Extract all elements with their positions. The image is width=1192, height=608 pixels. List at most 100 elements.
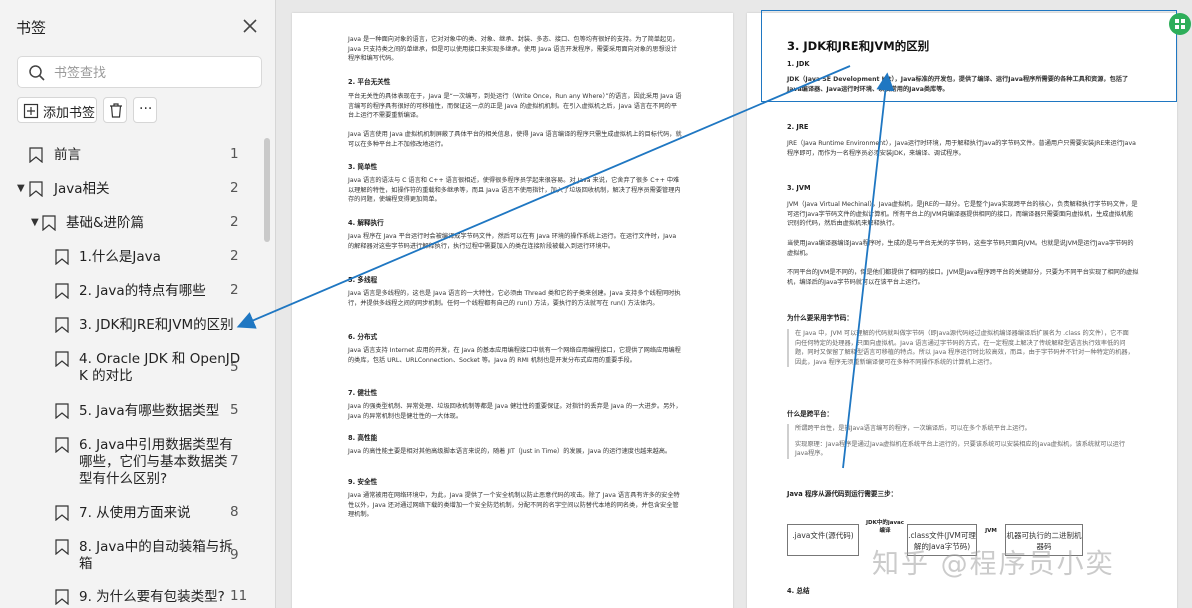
section-paragraph: Java 通常被用在网络环境中，为此，Java 提供了一个安全机制以防止恶意代码… bbox=[348, 492, 680, 519]
sidebar-header: 书签 bbox=[0, 0, 276, 52]
bookmark-item-basics[interactable]: ▼ 基础&进阶篇 2 bbox=[0, 212, 262, 234]
search-icon bbox=[29, 65, 45, 81]
section-heading: 4. 解释执行 bbox=[348, 219, 384, 227]
bookmark-label: 4. Oracle JDK 和 OpenJD bbox=[79, 351, 241, 367]
section-heading: 6. 分布式 bbox=[348, 333, 378, 341]
bookmark-icon bbox=[42, 215, 56, 231]
bookmark-page-number: 2 bbox=[230, 282, 239, 298]
section-paragraph: Java 语言的语法与 C 语言和 C++ 语言很相近，使得很多程序员学起来很容… bbox=[348, 177, 681, 204]
section-heading: 2. 平台无关性 bbox=[348, 78, 391, 86]
bookmark-label: 6. Java中引用数据类型有 bbox=[79, 437, 233, 453]
intro-paragraph: Java 是一种面向对象的语言，它对对象中的类、对象、继承、封装、多态、接口、包… bbox=[348, 36, 679, 63]
quote-block: 在 Java 中，JVM 可以理解的代码就叫做字节码（即Java源代码经过虚拟机… bbox=[787, 329, 1135, 368]
close-icon[interactable] bbox=[238, 14, 262, 38]
bookmark-item-preface[interactable]: 前言 1 bbox=[0, 144, 262, 166]
bookmark-label: 7. 从使用方面来说 bbox=[79, 505, 191, 521]
section-heading: 2. JRE bbox=[787, 123, 809, 131]
sidebar-scrollbar[interactable] bbox=[264, 138, 270, 242]
section-paragraph: 当使用Java编译器编译Java程序时，生成的是与平台无关的字节码，这些字节码只… bbox=[787, 240, 1134, 257]
bookmark-icon bbox=[55, 539, 69, 555]
bookmark-item-java[interactable]: ▼ Java相关 2 bbox=[0, 178, 262, 200]
bookmark-item-jdk-jre-jvm[interactable]: 3. JDK和JRE和JVM的区别 bbox=[0, 314, 262, 336]
delete-bookmark-button[interactable] bbox=[103, 97, 127, 123]
more-icon: ··· bbox=[139, 101, 153, 117]
trash-icon bbox=[110, 103, 122, 118]
flow-note-jvm: JVM bbox=[985, 528, 997, 534]
bookmark-label: 8. Java中的自动装箱与拆 bbox=[79, 539, 233, 555]
bookmark-page-number: 11 bbox=[230, 588, 248, 604]
bookmark-label: 5. Java有哪些数据类型 bbox=[79, 403, 220, 419]
expand-arrow-icon[interactable]: ▼ bbox=[31, 217, 39, 228]
bookmark-item-usage[interactable]: 7. 从使用方面来说 8 bbox=[0, 502, 262, 524]
more-options-button[interactable]: ··· bbox=[133, 97, 157, 123]
section-heading: 3. 简单性 bbox=[348, 163, 378, 171]
bookmark-icon bbox=[55, 317, 69, 333]
bookmark-label-line2: 哪些，它们与基本数据类 bbox=[79, 454, 228, 470]
bookmark-page-number: 5 bbox=[230, 359, 239, 375]
bookmark-item-oracle-vs-openjdk[interactable]: 4. Oracle JDK 和 OpenJD K 的对比 5 bbox=[0, 348, 262, 388]
pdf-reader-window: 书签 添加书签 ··· 前言 bbox=[0, 0, 1192, 608]
section-heading: Java 程序从源代码到运行需要三步： bbox=[787, 490, 898, 498]
section-paragraph: Java 语言使用 Java 虚拟机机制屏蔽了具体平台的相关信息，使得 Java… bbox=[348, 131, 682, 148]
section-heading: 9. 安全性 bbox=[348, 478, 378, 486]
section-paragraph: Java 程序在 Java 平台运行时会被编译成字节码文件，然后可以在有 Jav… bbox=[348, 233, 677, 250]
bookmark-icon bbox=[55, 283, 69, 299]
add-bookmark-label: 添加书签 bbox=[43, 106, 96, 121]
section-heading: 为什么要采用字节码： bbox=[787, 314, 853, 322]
add-bookmark-icon bbox=[23, 103, 39, 119]
bookmark-search-box[interactable] bbox=[17, 56, 262, 88]
bookmark-sidebar: 书签 添加书签 ··· 前言 bbox=[0, 0, 276, 608]
bookmark-search-input[interactable] bbox=[54, 62, 254, 84]
bookmark-page-number: 1 bbox=[230, 146, 239, 162]
bookmark-page-number: 8 bbox=[230, 504, 239, 520]
bookmark-icon bbox=[29, 147, 43, 163]
bookmark-item-reference-types[interactable]: 6. Java中引用数据类型有 哪些，它们与基本数据类 型有什么区别? 7 bbox=[0, 434, 262, 490]
section-paragraph: Java 语言是多线程的，这也是 Java 语言的一大特性，它必须由 Threa… bbox=[348, 290, 681, 307]
section-heading: 8. 高性能 bbox=[348, 434, 378, 442]
pdf-page-left: Java 是一种面向对象的语言，它对对象中的类、对象、继承、封装、多态、接口、包… bbox=[292, 13, 733, 608]
bookmark-page-number: 2 bbox=[230, 214, 239, 230]
bookmark-item-autoboxing[interactable]: 8. Java中的自动装箱与拆 箱 9 bbox=[0, 536, 262, 576]
expand-arrow-icon[interactable]: ▼ bbox=[17, 183, 25, 194]
bookmark-icon bbox=[55, 589, 69, 605]
bookmark-label-line2: 箱 bbox=[79, 556, 93, 572]
quote-block: 所谓跨平台性，是指Java语言编写的程序，一次编译后，可以在多个系统平台上运行。… bbox=[787, 424, 1135, 459]
flow-box-source: .java文件(源代码) bbox=[787, 524, 859, 556]
section-heading: 什么是跨平台： bbox=[787, 410, 834, 418]
section-heading: 3. JVM bbox=[787, 184, 811, 192]
quote-line: 实现原理：Java程序是通过Java虚拟机在系统平台上运行的，只要该系统可以安装… bbox=[795, 440, 1126, 458]
annotation-rectangle[interactable] bbox=[761, 10, 1177, 102]
bookmark-icon bbox=[55, 437, 69, 453]
bookmark-icon bbox=[55, 403, 69, 419]
bookmark-icon bbox=[55, 351, 69, 367]
section-heading: 4. 总结 bbox=[787, 587, 810, 595]
bookmark-label-line3: 型有什么区别? bbox=[79, 471, 168, 487]
bookmark-item-java-features[interactable]: 2. Java的特点有哪些 2 bbox=[0, 280, 262, 302]
bookmark-label: 2. Java的特点有哪些 bbox=[79, 283, 206, 299]
bookmark-label-line2: K 的对比 bbox=[79, 368, 133, 384]
bookmark-icon bbox=[55, 505, 69, 521]
bookmark-item-wrapper-types[interactable]: 9. 为什么要有包装类型? 11 bbox=[0, 586, 262, 608]
bookmark-icon bbox=[55, 249, 69, 265]
bookmark-label: 基础&进阶篇 bbox=[66, 215, 145, 231]
quote-line: 所谓跨平台性，是指Java语言编写的程序，一次编译后，可以在多个系统平台上运行。 bbox=[795, 425, 1031, 432]
bookmark-page-number: 7 bbox=[230, 453, 239, 469]
section-paragraph: 平台无关性的具体表现在于，Java 是“一次编写，到处运行（Write Once… bbox=[348, 93, 682, 120]
section-heading: 7. 健壮性 bbox=[348, 389, 378, 397]
section-paragraph: 不同平台的JVM是不同的，但是他们都提供了相同的接口。JVM是Java程序跨平台… bbox=[787, 269, 1139, 286]
bookmark-item-what-is-java[interactable]: 1.什么是Java 2 bbox=[0, 246, 262, 268]
section-heading: 5. 多线程 bbox=[348, 276, 378, 284]
app-grid-icon[interactable] bbox=[1168, 12, 1192, 36]
bookmark-label: 前言 bbox=[54, 147, 81, 163]
section-paragraph: Java 的强类型机制、异常处理、垃圾回收机制等都是 Java 健壮性的重要保证… bbox=[348, 403, 682, 420]
section-paragraph: Java 的高性能主要是相对其他高级脚本语言来说的，随着 JIT（Just in… bbox=[348, 448, 672, 455]
watermark-text: 知乎 @程序员小奕 bbox=[872, 549, 1115, 580]
bookmark-page-number: 5 bbox=[230, 402, 239, 418]
flow-note-javac: JDK中的javac编译 bbox=[865, 520, 905, 534]
section-paragraph: JRE（Java Runtime Environment），Java运行时环境，… bbox=[787, 140, 1136, 157]
bookmark-label: 3. JDK和JRE和JVM的区别 bbox=[79, 317, 234, 333]
bookmark-item-data-types[interactable]: 5. Java有哪些数据类型 5 bbox=[0, 400, 262, 422]
bookmark-page-number: 2 bbox=[230, 248, 239, 264]
add-bookmark-button[interactable]: 添加书签 bbox=[17, 97, 97, 123]
pdf-page-right: 3. JDK和JRE和JVM的区别 1. JDK JDK（Java SE Dev… bbox=[747, 13, 1177, 608]
